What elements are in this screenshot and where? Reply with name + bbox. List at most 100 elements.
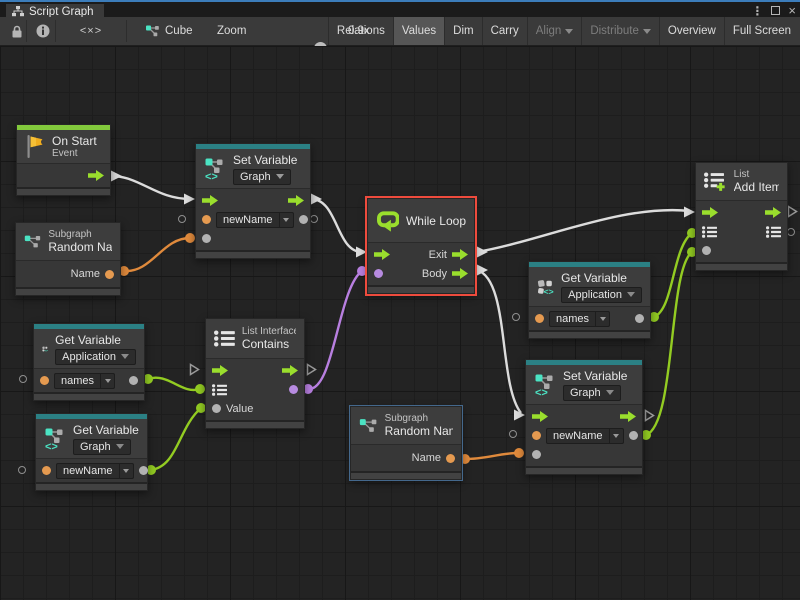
fullscreen-button[interactable]: Full Screen [724, 17, 799, 45]
list-port[interactable] [212, 384, 227, 396]
variable-name-dropdown[interactable]: newName [216, 212, 294, 228]
name-out-port[interactable] [446, 454, 455, 463]
flow-connector-triangle[interactable] [306, 363, 317, 376]
name-port[interactable] [40, 376, 49, 385]
port-connector-circle[interactable] [509, 430, 517, 438]
value-out-port[interactable] [129, 376, 138, 385]
flow-out-port[interactable] [288, 195, 304, 206]
name-out-port[interactable] [105, 270, 114, 279]
variable-scope-dropdown[interactable]: Graph [233, 169, 291, 185]
node-subgraph-mid[interactable]: Subgraph Random Name Name [350, 406, 462, 480]
carry-button[interactable]: Carry [482, 17, 527, 45]
list-out-port[interactable] [766, 226, 781, 238]
chevron-down-icon [643, 29, 651, 34]
maximize-icon[interactable] [771, 6, 780, 15]
graph-toolbar: <×> Cube Zoom 0.9x Relations Values Dim … [0, 17, 800, 46]
variable-scope-dropdown[interactable]: Graph [563, 385, 621, 401]
align-dropdown[interactable]: Align [527, 17, 582, 45]
port-connector-circle[interactable] [787, 228, 795, 236]
relations-button[interactable]: Relations [328, 17, 393, 45]
flow-out-port[interactable] [765, 207, 781, 218]
close-icon[interactable]: × [788, 3, 796, 18]
node-add-item[interactable]: List Add Item [695, 162, 788, 271]
node-footer [351, 471, 461, 479]
dim-button[interactable]: Dim [444, 17, 481, 45]
svg-text:<>: <> [205, 171, 218, 181]
flow-in-port[interactable] [202, 195, 218, 206]
port-connector-circle[interactable] [178, 215, 186, 223]
node-on-start[interactable]: On Start Event [16, 124, 111, 196]
value-port[interactable] [202, 234, 211, 243]
graph-variable-icon: <> [204, 157, 226, 181]
flow-out-port[interactable] [620, 411, 636, 422]
variable-name-dropdown[interactable]: names [54, 373, 115, 389]
node-footer [16, 287, 120, 295]
values-button[interactable]: Values [393, 17, 444, 45]
distribute-dropdown[interactable]: Distribute [581, 17, 659, 45]
wire-newname-to-contains-value[interactable] [151, 408, 201, 470]
node-set-variable-right[interactable]: <> Set Variable Graph newName [525, 359, 643, 475]
window-menu-icon[interactable]: ⋮ [751, 4, 763, 18]
condition-port[interactable] [374, 269, 383, 278]
port-connector-circle[interactable] [512, 313, 520, 321]
flow-in-port[interactable] [374, 249, 390, 260]
output-port[interactable] [629, 431, 638, 440]
variable-name-dropdown[interactable]: names [549, 311, 610, 327]
output-port[interactable] [299, 215, 308, 224]
edit-graph-button[interactable]: <×> [66, 17, 116, 45]
name-port[interactable] [532, 431, 541, 440]
graph-canvas[interactable]: On Start Event <> Set Variabl [0, 46, 800, 600]
variable-scope-dropdown[interactable]: Graph [73, 439, 131, 455]
wire-setvariable-to-whileloop[interactable] [311, 199, 362, 252]
port-connector-circle[interactable] [310, 215, 318, 223]
wire-whileloop-exit-to-additem[interactable] [477, 210, 690, 252]
flow-connector-triangle[interactable] [189, 363, 200, 376]
port-connector-circle[interactable] [19, 375, 27, 383]
body-flow-port[interactable] [452, 268, 468, 279]
node-title: Random Name [48, 240, 112, 254]
name-port[interactable] [42, 466, 51, 475]
variable-name-dropdown[interactable]: newName [56, 463, 134, 479]
application-variable-icon: <> [42, 338, 48, 360]
list-in-port[interactable] [702, 226, 717, 238]
exit-flow-port[interactable] [452, 249, 468, 260]
flow-in-port[interactable] [702, 207, 718, 218]
name-port[interactable] [202, 215, 211, 224]
flow-connector-triangle[interactable] [644, 409, 655, 422]
flow-out-port[interactable] [282, 365, 298, 376]
wire-setvariable-to-additem-item[interactable] [646, 252, 692, 435]
variable-scope-dropdown[interactable]: Application [561, 287, 642, 303]
node-while-loop[interactable]: While Loop Exit Body [367, 198, 475, 294]
node-get-variable-graph-left[interactable]: <> Get Variable Graph newName [35, 413, 148, 491]
value-out-port[interactable] [139, 466, 148, 475]
node-set-variable-top[interactable]: <> Set Variable Graph newName [195, 143, 311, 259]
wire-onstart-to-setvariable[interactable] [111, 176, 190, 199]
node-subgraph-left[interactable]: Subgraph Random Name Name [15, 222, 121, 296]
wire-subgraph-name-to-setvariable-right-value[interactable] [465, 453, 519, 459]
flow-out-port[interactable] [88, 170, 104, 181]
flow-connector-triangle[interactable] [787, 205, 798, 218]
overview-button[interactable]: Overview [659, 17, 724, 45]
variable-name-dropdown[interactable]: newName [546, 428, 624, 444]
node-kind: Subgraph [385, 413, 453, 424]
port-connector-circle[interactable] [18, 466, 26, 474]
result-port[interactable] [289, 385, 298, 394]
node-get-variable-app-left[interactable]: <> Get Variable Application names [33, 323, 145, 401]
flow-in-port[interactable] [212, 365, 228, 376]
wire-whileloop-body-to-setvariable[interactable] [477, 270, 521, 413]
wire-names-to-contains-list[interactable] [148, 378, 200, 390]
wire-subgraph-name-to-setvariable-value[interactable] [124, 238, 190, 271]
value-port[interactable] [532, 450, 541, 459]
value-out-port[interactable] [635, 314, 644, 323]
flag-icon [25, 134, 45, 159]
flow-in-port[interactable] [532, 411, 548, 422]
item-port[interactable] [702, 246, 711, 255]
name-port[interactable] [535, 314, 544, 323]
info-button[interactable] [29, 17, 57, 45]
value-port[interactable] [212, 404, 221, 413]
graph-target-button[interactable]: Cube [138, 17, 200, 45]
node-contains[interactable]: List Interface Contains Value [205, 318, 305, 429]
wire-names-to-additem-list[interactable] [654, 233, 692, 317]
variable-scope-dropdown[interactable]: Application [55, 349, 136, 365]
node-get-variable-app-right[interactable]: <> Get Variable Application names [528, 261, 651, 339]
